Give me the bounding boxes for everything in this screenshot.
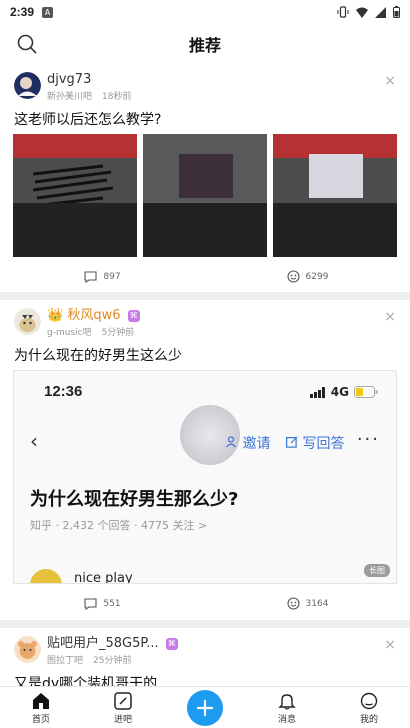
vip-badge-icon: ⌘ (165, 638, 178, 650)
like-button[interactable]: 3164 (205, 597, 410, 610)
vibrate-icon (337, 6, 349, 18)
avatar (30, 569, 62, 583)
comment-icon (84, 270, 97, 283)
signal-icon (309, 386, 325, 398)
tab-messages[interactable]: 消息 (246, 687, 328, 728)
agree-icon (286, 597, 300, 610)
avatar[interactable] (14, 308, 41, 335)
comment-icon (84, 597, 97, 610)
post-image[interactable]: 12:36 4G ‹ 邀请 写回答 ··· 为什么现在好男生那么少? 知乎 · … (13, 370, 397, 584)
post-author: djvg73 新孙美川吧 18秒前 (14, 72, 131, 102)
page-title: 推荐 (188, 36, 221, 55)
person-icon (226, 436, 236, 448)
wifi-icon (356, 7, 368, 18)
post-author: 👑 秋风qw6 ⌘ g-music吧 5分钟前 (14, 308, 140, 338)
tab-home[interactable]: 首页 (0, 687, 82, 728)
answerer-name: nice play (74, 571, 133, 584)
post-time: 5分钟前 (101, 328, 135, 338)
image-gallery (13, 134, 397, 257)
author-name[interactable]: 贴吧用户_58G5P... (47, 636, 159, 651)
comment-count: 897 (103, 271, 121, 282)
signal-icon (375, 6, 386, 18)
network-type: 4G (330, 385, 349, 399)
status-icons (337, 6, 400, 18)
post-image[interactable] (143, 134, 267, 257)
plus-icon (196, 699, 214, 717)
post-author: 贴吧用户_58G5P... ⌘ 图拉丁吧 25分钟前 (14, 636, 178, 666)
tab-profile[interactable]: 我的 (328, 687, 410, 728)
forum-name[interactable]: 图拉丁吧 (47, 653, 83, 666)
post-card[interactable]: 贴吧用户_58G5P... ⌘ 图拉丁吧 25分钟前 × 又是dy哪个装机哥干的 (0, 628, 410, 692)
author-name[interactable]: 秋风qw6 (67, 308, 120, 323)
bell-icon (278, 694, 296, 710)
avatar[interactable] (14, 636, 41, 663)
forum-name[interactable]: 新孙美川吧 (47, 89, 92, 102)
post-image[interactable] (273, 134, 397, 257)
close-icon[interactable]: × (384, 638, 396, 652)
feed-list: djvg73 新孙美川吧 18秒前 × 这老师以后还怎么教学? 897 6299… (0, 64, 410, 692)
post-image[interactable] (13, 134, 137, 257)
post-title[interactable]: 这老师以后还怎么教学? (14, 109, 161, 129)
post-actions: 551 3164 (0, 597, 410, 610)
comment-button[interactable]: 551 (0, 597, 205, 610)
tab-forums[interactable]: 进吧 (82, 687, 164, 728)
long-image-tag: 长图 (364, 564, 390, 577)
invite-link: 邀请 (226, 433, 270, 453)
more-icon: ··· (356, 429, 380, 450)
close-icon[interactable]: × (384, 74, 396, 88)
forum-icon (114, 692, 132, 710)
crown-icon: 👑 (47, 308, 64, 323)
profile-icon (360, 692, 378, 710)
search-icon[interactable] (16, 33, 38, 55)
back-icon: ‹ (30, 429, 38, 453)
post-time: 25分钟前 (93, 656, 132, 666)
like-button[interactable]: 6299 (205, 270, 410, 283)
embedded-time: 12:36 (44, 383, 83, 400)
forum-name[interactable]: g-music吧 (47, 325, 92, 338)
battery-icon (393, 6, 400, 18)
notification-badge-icon: A (42, 6, 54, 18)
post-title[interactable]: 为什么现在的好男生这么少 (14, 345, 182, 365)
comment-count: 551 (103, 598, 121, 609)
vip-badge-icon: ⌘ (127, 310, 140, 322)
top-bar: 推荐 (0, 24, 410, 64)
post-time: 18秒前 (102, 92, 132, 102)
embedded-question-meta: 知乎 · 2,432 个回答 · 4775 关注 > (30, 519, 208, 532)
create-post-button[interactable] (187, 690, 223, 726)
avatar[interactable] (14, 72, 41, 99)
home-icon (33, 693, 49, 709)
status-bar: 2:39 A (0, 0, 410, 24)
like-count: 3164 (305, 598, 329, 609)
embedded-question: 为什么现在好男生那么少? (30, 489, 239, 510)
post-card[interactable]: djvg73 新孙美川吧 18秒前 × 这老师以后还怎么教学? 897 6299 (0, 64, 410, 292)
agree-icon (286, 270, 300, 283)
post-card[interactable]: 👑 秋风qw6 ⌘ g-music吧 5分钟前 × 为什么现在的好男生这么少 1… (0, 300, 410, 620)
close-icon[interactable]: × (384, 310, 396, 324)
like-count: 6299 (305, 271, 329, 282)
author-name[interactable]: djvg73 (47, 72, 131, 87)
post-actions: 897 6299 (0, 270, 410, 283)
status-time: 2:39 (10, 5, 35, 19)
comment-button[interactable]: 897 (0, 270, 205, 283)
write-answer-link: 写回答 (286, 433, 344, 453)
edit-icon (286, 436, 298, 448)
battery-icon (354, 386, 378, 398)
